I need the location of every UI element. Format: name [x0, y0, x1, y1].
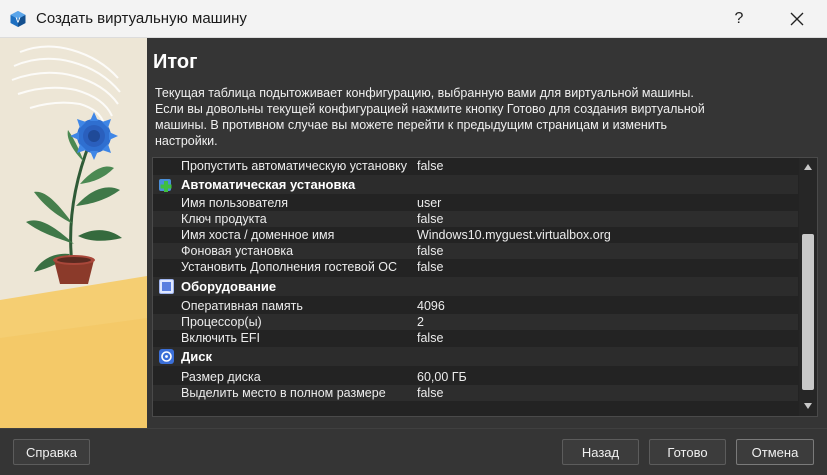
table-row: Имя пользователя user [153, 195, 798, 211]
back-button[interactable]: Назад [562, 439, 639, 465]
wizard-flower-illustration [0, 38, 147, 428]
page-title: Итог [153, 51, 198, 73]
svg-text:V: V [16, 18, 21, 25]
row-key: Процессор(ы) [181, 315, 262, 329]
help-title-button[interactable]: ? [720, 0, 758, 38]
row-key: Выделить место в полном размере [181, 386, 386, 400]
row-value: false [417, 331, 444, 345]
disk-icon [159, 349, 174, 364]
table-row: Оперативная память 4096 [153, 298, 798, 314]
row-key: Ключ продукта [181, 212, 267, 226]
vertical-scrollbar[interactable] [799, 158, 817, 416]
row-key: Пропустить автоматическую установку [181, 159, 407, 173]
title-bar: V Создать виртуальную машину ? [0, 0, 827, 38]
row-value: false [417, 244, 444, 258]
row-value: false [417, 260, 444, 274]
hardware-icon [159, 279, 174, 294]
scroll-up-arrow-icon[interactable] [802, 161, 814, 173]
group-header-hardware: Оборудование [153, 277, 798, 296]
row-key: Включить EFI [181, 331, 260, 345]
table-row: Фоновая установка false [153, 243, 798, 259]
row-value: user [417, 196, 442, 210]
group-title: Оборудование [181, 279, 277, 294]
help-button[interactable]: Справка [13, 439, 90, 465]
description-line: Текущая таблица подытоживает конфигураци… [155, 86, 694, 100]
row-value: 4096 [417, 299, 445, 313]
cancel-button[interactable]: Отмена [736, 439, 814, 465]
table-row: Процессор(ы) 2 [153, 314, 798, 330]
unattended-install-icon [159, 179, 172, 192]
description-line: Если вы довольны текущей конфигурацией н… [155, 102, 705, 116]
group-title: Диск [181, 349, 212, 364]
table-row: Выделить место в полном размере false [153, 385, 798, 401]
scroll-down-arrow-icon[interactable] [802, 400, 814, 412]
summary-page: Итог Текущая таблица подытоживает конфиг… [147, 38, 827, 428]
scrollbar-thumb[interactable] [802, 234, 814, 390]
group-header-disk: Диск [153, 347, 798, 366]
row-key: Оперативная память [181, 299, 303, 313]
table-row: Ключ продукта false [153, 211, 798, 227]
page-description: Текущая таблица подытоживает конфигураци… [155, 85, 795, 149]
row-value: false [417, 386, 444, 400]
close-button[interactable] [774, 0, 820, 38]
row-value: false [417, 212, 444, 226]
button-bar: Справка Назад Готово Отмена [0, 428, 827, 475]
table-row: Установить Дополнения гостевой ОС false [153, 259, 798, 275]
row-value: Windows10.myguest.virtualbox.org [417, 228, 611, 242]
table-row: Размер диска 60,00 ГБ [153, 369, 798, 385]
group-header-unattended: Автоматическая установка [153, 175, 798, 194]
description-line: машины. В противном случае вы можете пер… [155, 118, 668, 132]
row-key: Размер диска [181, 370, 261, 384]
table-row: Имя хоста / доменное имя Windows10.mygue… [153, 227, 798, 243]
table-row: Включить EFI false [153, 330, 798, 346]
table-row: Пропустить автоматическую установку fals… [153, 158, 798, 174]
row-key: Имя хоста / доменное имя [181, 228, 335, 242]
row-value: 60,00 ГБ [417, 370, 467, 384]
close-icon [790, 12, 804, 26]
row-value: false [417, 159, 444, 173]
window-title: Создать виртуальную машину [36, 10, 247, 27]
row-value: 2 [417, 315, 424, 329]
row-key: Установить Дополнения гостевой ОС [181, 260, 398, 274]
description-line: настройки. [155, 134, 218, 148]
virtualbox-app-icon: V [10, 11, 26, 27]
row-key: Фоновая установка [181, 244, 294, 258]
finish-button[interactable]: Готово [649, 439, 726, 465]
summary-table[interactable]: Пропустить автоматическую установку fals… [152, 157, 818, 417]
group-title: Автоматическая установка [181, 177, 356, 192]
row-key: Имя пользователя [181, 196, 288, 210]
